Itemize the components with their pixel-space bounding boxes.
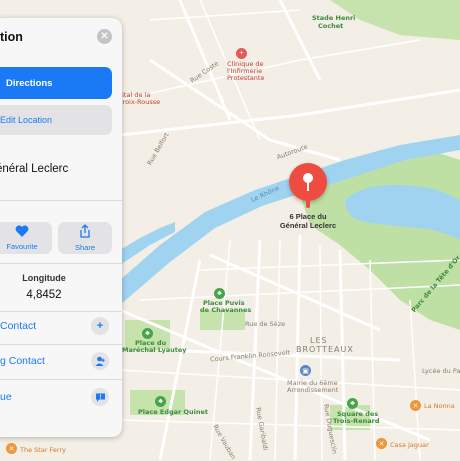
add-person-icon — [91, 352, 109, 370]
close-button[interactable]: ✕ — [97, 29, 112, 44]
report-issue-row[interactable]: ue — [0, 381, 122, 415]
park-icon[interactable]: ♣ — [347, 398, 358, 409]
close-icon: ✕ — [100, 31, 109, 42]
map-label-stade: Stade Henri — [312, 14, 356, 22]
longitude-label: Longitude — [22, 273, 66, 283]
map-label-rue-de-seze: Rue de Sèze — [245, 320, 286, 328]
hospital-icon[interactable]: + — [236, 48, 247, 59]
restaurant-icon[interactable]: ✕ — [376, 438, 387, 449]
location-pin-icon[interactable] — [289, 163, 327, 201]
location-details-panel: tion ✕ Directions Edit Location énéral L… — [0, 18, 122, 437]
map-label-hopital-2: Croix-Rousse — [118, 98, 161, 106]
share-label: Share — [74, 243, 95, 252]
plus-icon: + — [91, 317, 109, 335]
speech-bubble-icon — [91, 388, 109, 406]
report-issue-label: ue — [0, 391, 12, 403]
map-label-lycee: Lycée du Parc — [422, 367, 460, 375]
divider — [0, 263, 122, 264]
create-contact-label: Contact — [0, 320, 37, 332]
restaurant-icon[interactable]: ✕ — [6, 443, 17, 454]
heart-icon — [15, 225, 29, 240]
panel-title: tion — [0, 30, 23, 44]
park-icon[interactable]: ♣ — [142, 328, 153, 339]
map-label-place-lyautey-2: Maréchal Lyautey — [122, 346, 187, 354]
map-label-les-brotteaux-2: BROTTEAUX — [296, 345, 354, 354]
pin-glyph-icon — [303, 173, 313, 191]
park-icon[interactable]: ♣ — [214, 288, 225, 299]
map-label-place-edgar: Place Edgar Quinet — [138, 408, 209, 416]
building-icon[interactable]: ▣ — [300, 365, 311, 376]
map-label-mairie-2: Arrondissement — [287, 386, 339, 394]
share-icon — [79, 224, 91, 241]
pin-label-line2: Général Leclerc — [279, 221, 337, 230]
map-label-casa-jaguar: Casa Jaguar — [390, 441, 429, 449]
existing-contact-label: g Contact — [0, 355, 45, 367]
divider — [0, 379, 122, 380]
map-label-la-nonna: La Nonna — [424, 402, 455, 410]
map-label-square-2: Trois-Renard — [333, 417, 380, 425]
map-label-place-puvis-2: de Chavannes — [200, 306, 252, 314]
pin-label: 6 Place du Général Leclerc — [270, 212, 346, 230]
restaurant-icon[interactable]: ✕ — [410, 400, 421, 411]
share-button[interactable]: Share — [58, 222, 112, 254]
pin-tail — [306, 199, 310, 208]
favourite-button[interactable]: Favourite — [0, 222, 52, 254]
pin-label-line1: 6 Place du — [289, 212, 327, 221]
address-text: énéral Leclerc — [0, 163, 69, 175]
divider — [0, 200, 122, 201]
directions-button[interactable]: Directions — [0, 67, 112, 99]
edit-location-button[interactable]: Edit Location — [0, 105, 112, 135]
longitude-value: 4,8452 — [26, 289, 62, 301]
park-icon[interactable]: ♣ — [155, 396, 166, 407]
add-to-existing-contact-row[interactable]: g Contact — [0, 345, 122, 379]
create-contact-row[interactable]: Contact + — [0, 310, 122, 344]
favourite-label: Favourite — [6, 242, 38, 251]
map-label-stade-2: Cochet — [318, 22, 344, 30]
map-label-clinique-3: Protestante — [227, 74, 265, 82]
map-label-les-brotteaux: LES — [310, 336, 328, 345]
map-label-star-ferry: The Star Ferry — [20, 446, 67, 454]
